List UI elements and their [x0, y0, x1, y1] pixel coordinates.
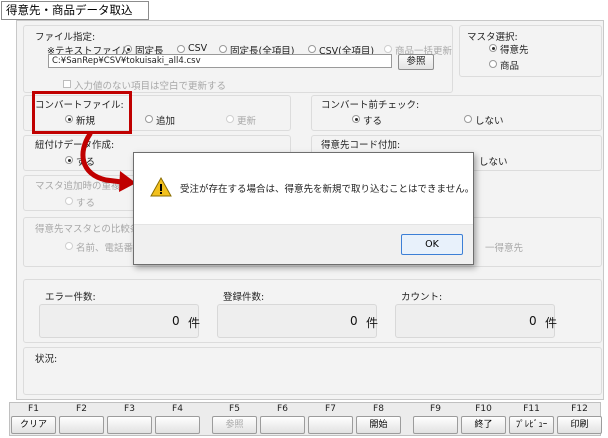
fkey-f5: F5 参照 — [211, 403, 258, 437]
radio-csv-all[interactable] — [308, 45, 316, 53]
radio-csv-label: CSV — [188, 43, 208, 54]
count-value: 0 — [529, 314, 537, 328]
fkey-f2: F2 — [58, 403, 105, 437]
radio-bulk-update — [384, 45, 392, 53]
error-count-value: 0 — [172, 314, 180, 328]
radio-precheck-yes-label: する — [363, 116, 383, 127]
fkey-number: F3 — [124, 404, 135, 414]
fkey-f6: F6 — [259, 403, 306, 437]
fkey-f8: F8 開始 — [355, 403, 402, 437]
radio-dup-yes — [65, 197, 73, 205]
radio-csv[interactable] — [177, 45, 185, 53]
code-append-label: 得意先コード付加: — [321, 140, 401, 151]
f4-button[interactable] — [155, 416, 200, 434]
radio-master-customer-label: 得意先 — [500, 45, 529, 56]
browse-fkey-button: 参照 — [212, 416, 257, 434]
radio-convert-add[interactable] — [145, 115, 153, 123]
radio-fixed-length[interactable] — [124, 45, 132, 53]
status-group — [23, 347, 602, 395]
f6-button[interactable] — [260, 416, 305, 434]
radio-precheck-no[interactable] — [464, 115, 472, 123]
radio-convert-add-label: 追加 — [156, 116, 176, 127]
f2-button[interactable] — [59, 416, 104, 434]
fkey-f12: F12 印刷 — [556, 403, 603, 437]
registered-count-value: 0 — [350, 314, 358, 328]
radio-precheck-yes[interactable] — [352, 115, 360, 123]
fkey-number: F6 — [277, 404, 288, 414]
warning-icon — [150, 177, 172, 197]
print-button[interactable]: 印刷 — [557, 416, 602, 434]
f7-button[interactable] — [308, 416, 353, 434]
warning-dialog: 受注が存在する場合は、得意先を新規で取り込むことはできません。 OK — [133, 152, 474, 265]
fkey-number: F2 — [76, 404, 87, 414]
count-unit: 件 — [545, 316, 558, 330]
fkey-f7: F7 — [307, 403, 354, 437]
ok-button[interactable]: OK — [401, 234, 463, 255]
radio-master-product-label: 商品 — [500, 61, 520, 72]
pre-check-label: コンバート前チェック: — [321, 100, 420, 111]
f3-button[interactable] — [107, 416, 152, 434]
fkey-f11: F11 ﾌﾟﾚﾋﾞｭｰ — [508, 403, 555, 437]
error-count-unit: 件 — [188, 316, 201, 330]
radio-convert-update-label: 更新 — [237, 116, 257, 127]
empty-update-label: 入力値のない項目は空白で更新する — [74, 81, 227, 92]
error-count-label: エラー件数: — [45, 292, 96, 303]
browse-button[interactable]: 参照 — [398, 54, 434, 70]
fkey-number: F9 — [430, 404, 441, 414]
radio-master-product[interactable] — [489, 60, 497, 68]
function-key-bar: F1 クリア F2 F3 F4 F5 参照 F6 F7 F8 開始 F9 F10 終了 … — [9, 402, 603, 437]
radio-master-customer[interactable] — [489, 44, 497, 52]
radio-compare-right-label: 一得意先 — [485, 243, 524, 254]
radio-fixed-all[interactable] — [219, 45, 227, 53]
dialog-message: 受注が存在する場合は、得意先を新規で取り込むことはできません。 — [180, 184, 475, 195]
window-title: 得意先・商品データ取込 — [1, 1, 149, 20]
fkey-f3: F3 — [106, 403, 153, 437]
fkey-number: F5 — [229, 404, 240, 414]
fkey-number: F4 — [172, 404, 183, 414]
fkey-number: F1 — [28, 404, 39, 414]
fkey-f10: F10 終了 — [460, 403, 507, 437]
empty-update-checkbox[interactable] — [63, 80, 71, 88]
f9-button[interactable] — [413, 416, 458, 434]
radio-precheck-no-label: しない — [475, 116, 504, 127]
radio-convert-update — [226, 115, 234, 123]
fkey-f9: F9 — [412, 403, 459, 437]
master-compare-label: 得意先マスタとの比較条 — [35, 224, 140, 235]
registered-count-unit: 件 — [366, 316, 379, 330]
fkey-number: F11 — [523, 404, 540, 414]
exit-button[interactable]: 終了 — [461, 416, 506, 434]
fkey-number: F8 — [373, 404, 384, 414]
fkey-f4: F4 — [154, 403, 201, 437]
registered-count-label: 登録件数: — [223, 292, 265, 303]
dialog-footer: OK — [134, 224, 473, 264]
status-label: 状況: — [35, 354, 58, 365]
fkey-number: F12 — [571, 404, 588, 414]
code-append-no-label: しない — [479, 157, 508, 168]
file-spec-label: ファイル指定: — [35, 32, 96, 43]
count-label: カウント: — [401, 292, 443, 303]
fkey-number: F10 — [475, 404, 492, 414]
preview-button[interactable]: ﾌﾟﾚﾋﾞｭｰ — [509, 416, 554, 434]
clear-button[interactable]: クリア — [11, 416, 56, 434]
file-path-input[interactable]: C:¥SanRep¥CSV¥tokuisaki_all4.csv — [48, 54, 392, 68]
radio-compare-name-phone — [65, 242, 73, 250]
master-select-label: マスタ選択: — [467, 32, 518, 43]
start-button[interactable]: 開始 — [356, 416, 401, 434]
fkey-f1: F1 クリア — [10, 403, 57, 437]
fkey-number: F7 — [325, 404, 336, 414]
